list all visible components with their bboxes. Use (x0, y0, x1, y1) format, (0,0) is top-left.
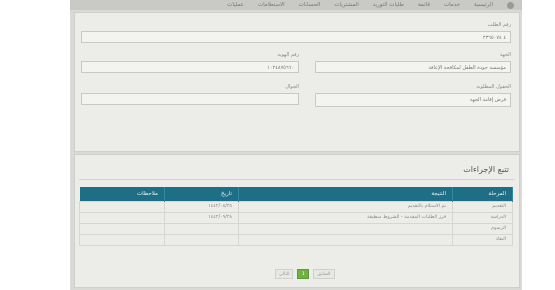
screen-photo: الرئيسية خدمات قائمة طلبات التوريد المشت… (70, 0, 522, 290)
nav-item[interactable]: قائمة (418, 2, 430, 8)
phone-label: الجوال (285, 84, 299, 90)
requested-operation-label: الحقول المطلوبة (476, 84, 511, 90)
column-header-result: النتيجة (238, 187, 453, 201)
cell-result (238, 222, 453, 235)
table-row: الرسوم (79, 222, 513, 235)
application-details-panel: رقم الطلب ٤ ٢٣٦٥٠٧٤ الجهة مؤسسة جودة الط… (74, 12, 520, 152)
section-title: تتبع الإجراءات (463, 165, 509, 174)
cell-notes (79, 200, 165, 213)
table-header-row: المرحلة النتيجة تاريخ ملاحظات (79, 187, 513, 201)
entity-label: الجهة (499, 52, 511, 58)
id-number-field: ١٠٢٤٨٧٥٦٦٠ (81, 61, 299, 73)
nav-item[interactable]: الاستعلامات (258, 2, 285, 8)
cell-stage: الرسوم (452, 222, 513, 235)
page-button-current[interactable]: 1 (297, 269, 310, 279)
next-page-button[interactable]: التالي (275, 269, 294, 279)
entity-field: مؤسسة جودة الطفل لمكافحة الإعاقة (315, 61, 511, 73)
nav-item[interactable]: الحسابات (299, 2, 321, 8)
procedures-panel: تتبع الإجراءات المرحلة النتيجة تاريخ ملا… (74, 154, 520, 288)
table-row: النفاذ (79, 233, 513, 246)
column-header-date: تاريخ (164, 187, 239, 201)
pagination: السابق 1 التالي (275, 269, 335, 279)
column-header-notes: ملاحظات (79, 187, 165, 201)
requested-operation-field: فرض إقامة الجهة (315, 93, 511, 107)
cell-stage: الدراسة (452, 211, 513, 224)
cell-result: تم الاستلام بالتقديم (238, 200, 453, 213)
cell-stage: التقديم (452, 200, 513, 213)
nav-item[interactable]: الرئيسية (474, 2, 493, 8)
divider (79, 179, 515, 180)
cell-date: ١٤٤٢/٠٨/٢٥ (164, 200, 239, 213)
phone-field (81, 93, 299, 105)
request-number-label: رقم الطلب (487, 22, 511, 28)
cell-notes (79, 233, 165, 246)
cell-date (164, 222, 239, 235)
nav-item[interactable]: المشتريات (334, 2, 358, 8)
column-header-stage: المرحلة (452, 187, 513, 201)
request-number-field: ٤ ٢٣٦٥٠٧٤ (81, 31, 511, 43)
top-nav-bar: الرئيسية خدمات قائمة طلبات التوريد المشت… (70, 0, 522, 10)
nav-item[interactable]: طلبات التوريد (373, 2, 404, 8)
id-number-label: رقم الهوية (277, 52, 299, 58)
table-row: الدراسة فرز الطلبات المقدمة - الشروط منط… (79, 211, 513, 224)
cell-result (238, 233, 453, 246)
cell-notes (79, 211, 165, 224)
home-icon[interactable] (507, 1, 514, 9)
prev-page-button[interactable]: السابق (313, 269, 335, 279)
procedures-table: المرحلة النتيجة تاريخ ملاحظات التقديم تم… (79, 187, 513, 246)
cell-notes (79, 222, 165, 235)
nav-item[interactable]: عمليات (227, 2, 244, 8)
table-row: التقديم تم الاستلام بالتقديم ١٤٤٢/٠٨/٢٥ (79, 200, 513, 213)
nav-item[interactable]: خدمات (444, 2, 460, 8)
cell-stage: النفاذ (452, 233, 513, 246)
cell-result: فرز الطلبات المقدمة - الشروط منطبقة (238, 211, 453, 224)
cell-date (164, 233, 239, 246)
cell-date: ١٤٤٢/٠٩/٢٨ (164, 211, 239, 224)
